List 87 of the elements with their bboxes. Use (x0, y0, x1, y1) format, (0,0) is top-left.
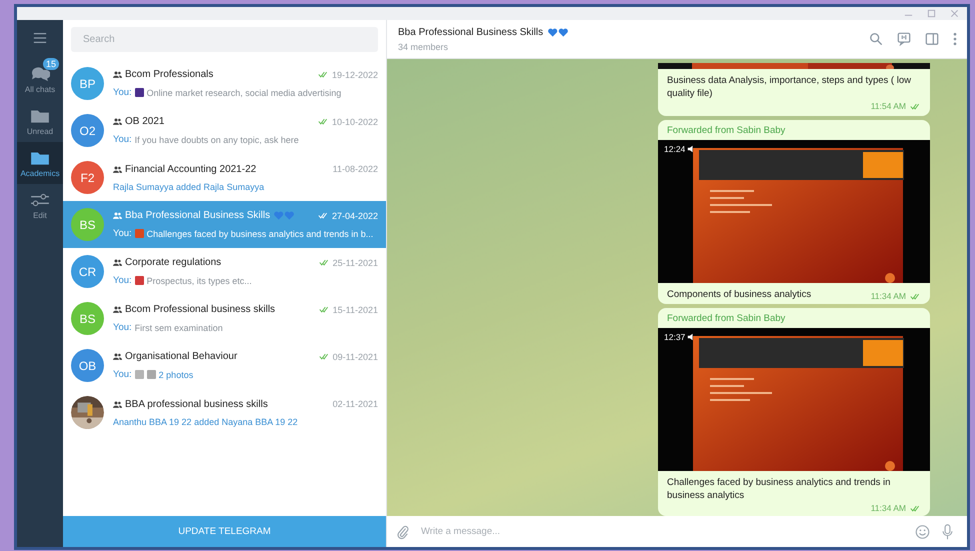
sender-label: You: (113, 228, 132, 239)
speaker-icon (687, 145, 696, 154)
message-preview: If you have doubts on any topic, ask here (134, 134, 299, 144)
chat-list-item[interactable]: F2 Financial Accounting 2021-22 11-08-2022 Rajla Sumayya added Rajla Sumayya (63, 154, 386, 201)
message-time: 11:54 AM (870, 101, 906, 112)
message-text: Challenges faced by business analytics and trends in business analytics (667, 476, 892, 502)
message-time: 11:34 AM (870, 503, 906, 514)
video-duration: 12:37 (664, 332, 686, 342)
emoji-icon[interactable] (915, 524, 930, 540)
folder-tab[interactable]: 15 All chats (17, 58, 63, 100)
folder-tab[interactable]: Edit (17, 184, 63, 226)
message-field[interactable]: Write a message... (419, 525, 905, 538)
maximize-icon[interactable] (927, 9, 936, 18)
group-icon (113, 212, 122, 219)
chat-list-item[interactable]: BP Bcom Professionals 19-12-2022 You: Online market research, social media advertising (63, 60, 386, 107)
forwarded-label: Forwarded from Sabin Baby (666, 312, 786, 326)
search-field[interactable]: Search (71, 27, 378, 52)
group-icon (113, 166, 122, 172)
message-preview: 2 photos (158, 370, 194, 380)
sliders-icon (30, 192, 50, 208)
avatar: BS (71, 208, 104, 241)
message-preview: Rajla Sumayya added Rajla Sumayya (113, 182, 264, 192)
video-duration: 12:24 (664, 144, 686, 154)
chat-title: BBA professional business skills (125, 398, 268, 410)
member-count: 34 members (398, 42, 450, 52)
message-preview: Online market research, social media advertising (146, 88, 342, 98)
folder-tab[interactable]: Unread (17, 100, 63, 142)
avatar: F2 (71, 161, 104, 194)
avatar: BP (71, 67, 104, 100)
chat-list-item[interactable]: BS Bcom Professional business skills 15-11-2021 You: First sem examination (63, 295, 386, 342)
chat-list-item[interactable]: O2 OB 2021 10-10-2022 You: If you have doubts on any topic, ask here (63, 107, 386, 154)
chat-title: Bcom Professional business skills (125, 304, 276, 315)
message-time: 11:34 AM (870, 291, 906, 302)
group-icon (113, 71, 122, 78)
sender-label: You: (113, 322, 132, 333)
chat-date: 10-10-2022 (332, 116, 378, 126)
sender-label: You: (113, 87, 132, 98)
chat-date: 11-08-2022 (332, 164, 378, 174)
avatar: O2 (71, 114, 104, 147)
sender-label: You: (113, 369, 132, 380)
group-icon (113, 353, 122, 360)
chat-title: Bba Professional Business Skills (125, 210, 270, 221)
chat-title: Corporate regulations (125, 257, 222, 268)
group-icon (113, 400, 122, 408)
chat-date: 19-12-2022 (332, 70, 378, 80)
folder-tab[interactable]: Academics (17, 142, 63, 184)
sidebar-icon[interactable] (925, 32, 939, 46)
chat-list-item[interactable]: OB Organisational Behaviour 09-11-2021 You: 2 photos (63, 342, 386, 389)
folder-icon (30, 108, 50, 124)
chat-title: OB 2021 (125, 116, 164, 127)
video-chat-icon[interactable] (897, 32, 911, 46)
chat-date: 02-11-2021 (332, 399, 378, 409)
search-icon[interactable] (869, 32, 883, 46)
group-icon (113, 259, 122, 266)
avatar: CR (71, 255, 104, 288)
chat-title: Organisational Behaviour (125, 351, 238, 362)
chat-list-item[interactable]: CR Corporate regulations 25-11-2021 You: Prospectus, its types etc... (63, 248, 386, 295)
chat-date: 25-11-2021 (332, 258, 378, 268)
chat-title: Bba Professional Business Skills (398, 26, 544, 38)
more-icon[interactable] (953, 32, 957, 46)
chat-date: 27-04-2022 (332, 210, 378, 220)
menu-icon (33, 32, 47, 44)
group-icon (113, 306, 122, 313)
close-icon[interactable] (950, 9, 959, 18)
chat-date: 15-11-2021 (332, 304, 378, 314)
group-icon (113, 118, 122, 125)
avatar: OB (71, 349, 104, 382)
message-text: Business data Analysis, importance, steps and types ( low quality file) (667, 74, 912, 100)
chat-list-item[interactable]: BBA professional business skills 02-11-2021 Ananthu BBA 19 22 added Nayana BBA 19 22 (63, 389, 386, 436)
paperclip-icon[interactable] (397, 524, 409, 540)
message-preview: Ananthu BBA 19 22 added Nayana BBA 19 22 (113, 416, 298, 426)
message-preview: Challenges faced by business analytics and trends in b... (146, 228, 374, 238)
message-text: Components of business analytics (667, 288, 812, 302)
unread-badge: 15 (42, 58, 59, 70)
message-preview: Prospectus, its types etc... (146, 276, 252, 286)
speaker-icon (687, 333, 696, 342)
sender-label: You: (113, 134, 132, 145)
folder-icon (30, 150, 50, 166)
avatar: BS (71, 302, 104, 335)
message-preview: First sem examination (134, 322, 223, 332)
chat-title: Bcom Professionals (125, 69, 214, 80)
microphone-icon[interactable] (940, 524, 955, 540)
chat-date: 09-11-2021 (332, 352, 378, 362)
chat-title: Financial Accounting 2021-22 (125, 164, 256, 174)
sender-label: You: (113, 275, 132, 286)
forwarded-label: Forwarded from Sabin Baby (666, 124, 786, 138)
chat-bubbles-icon (30, 66, 50, 82)
